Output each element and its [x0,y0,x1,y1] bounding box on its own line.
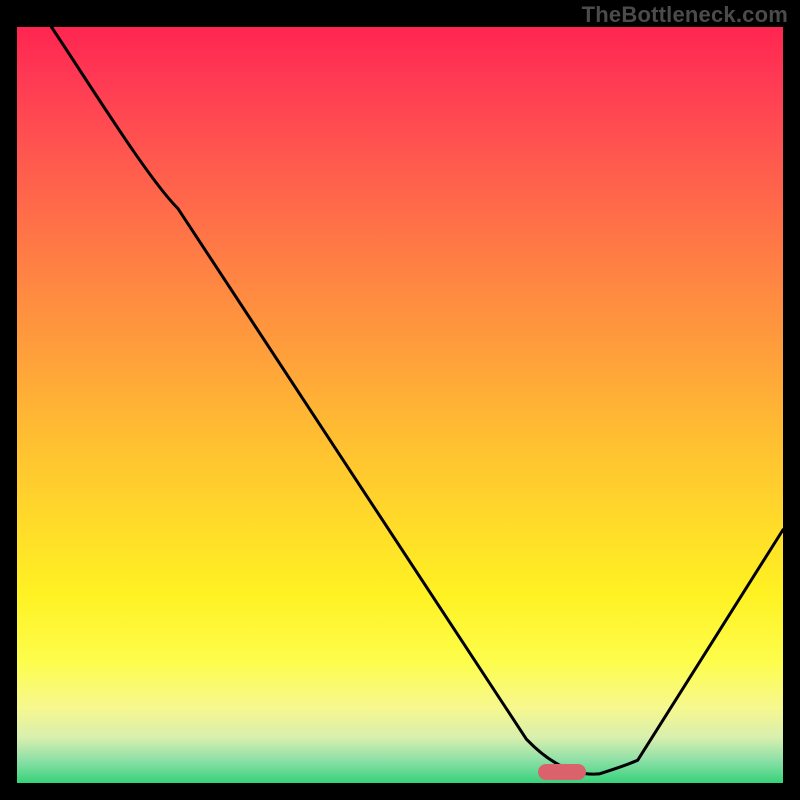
watermark-text: TheBottleneck.com [582,2,788,28]
curve-path [51,27,783,774]
chart-frame: TheBottleneck.com [0,0,800,800]
bottleneck-marker-pill [538,764,586,780]
chart-plot-area [17,27,783,783]
bottleneck-curve-line [17,27,783,783]
